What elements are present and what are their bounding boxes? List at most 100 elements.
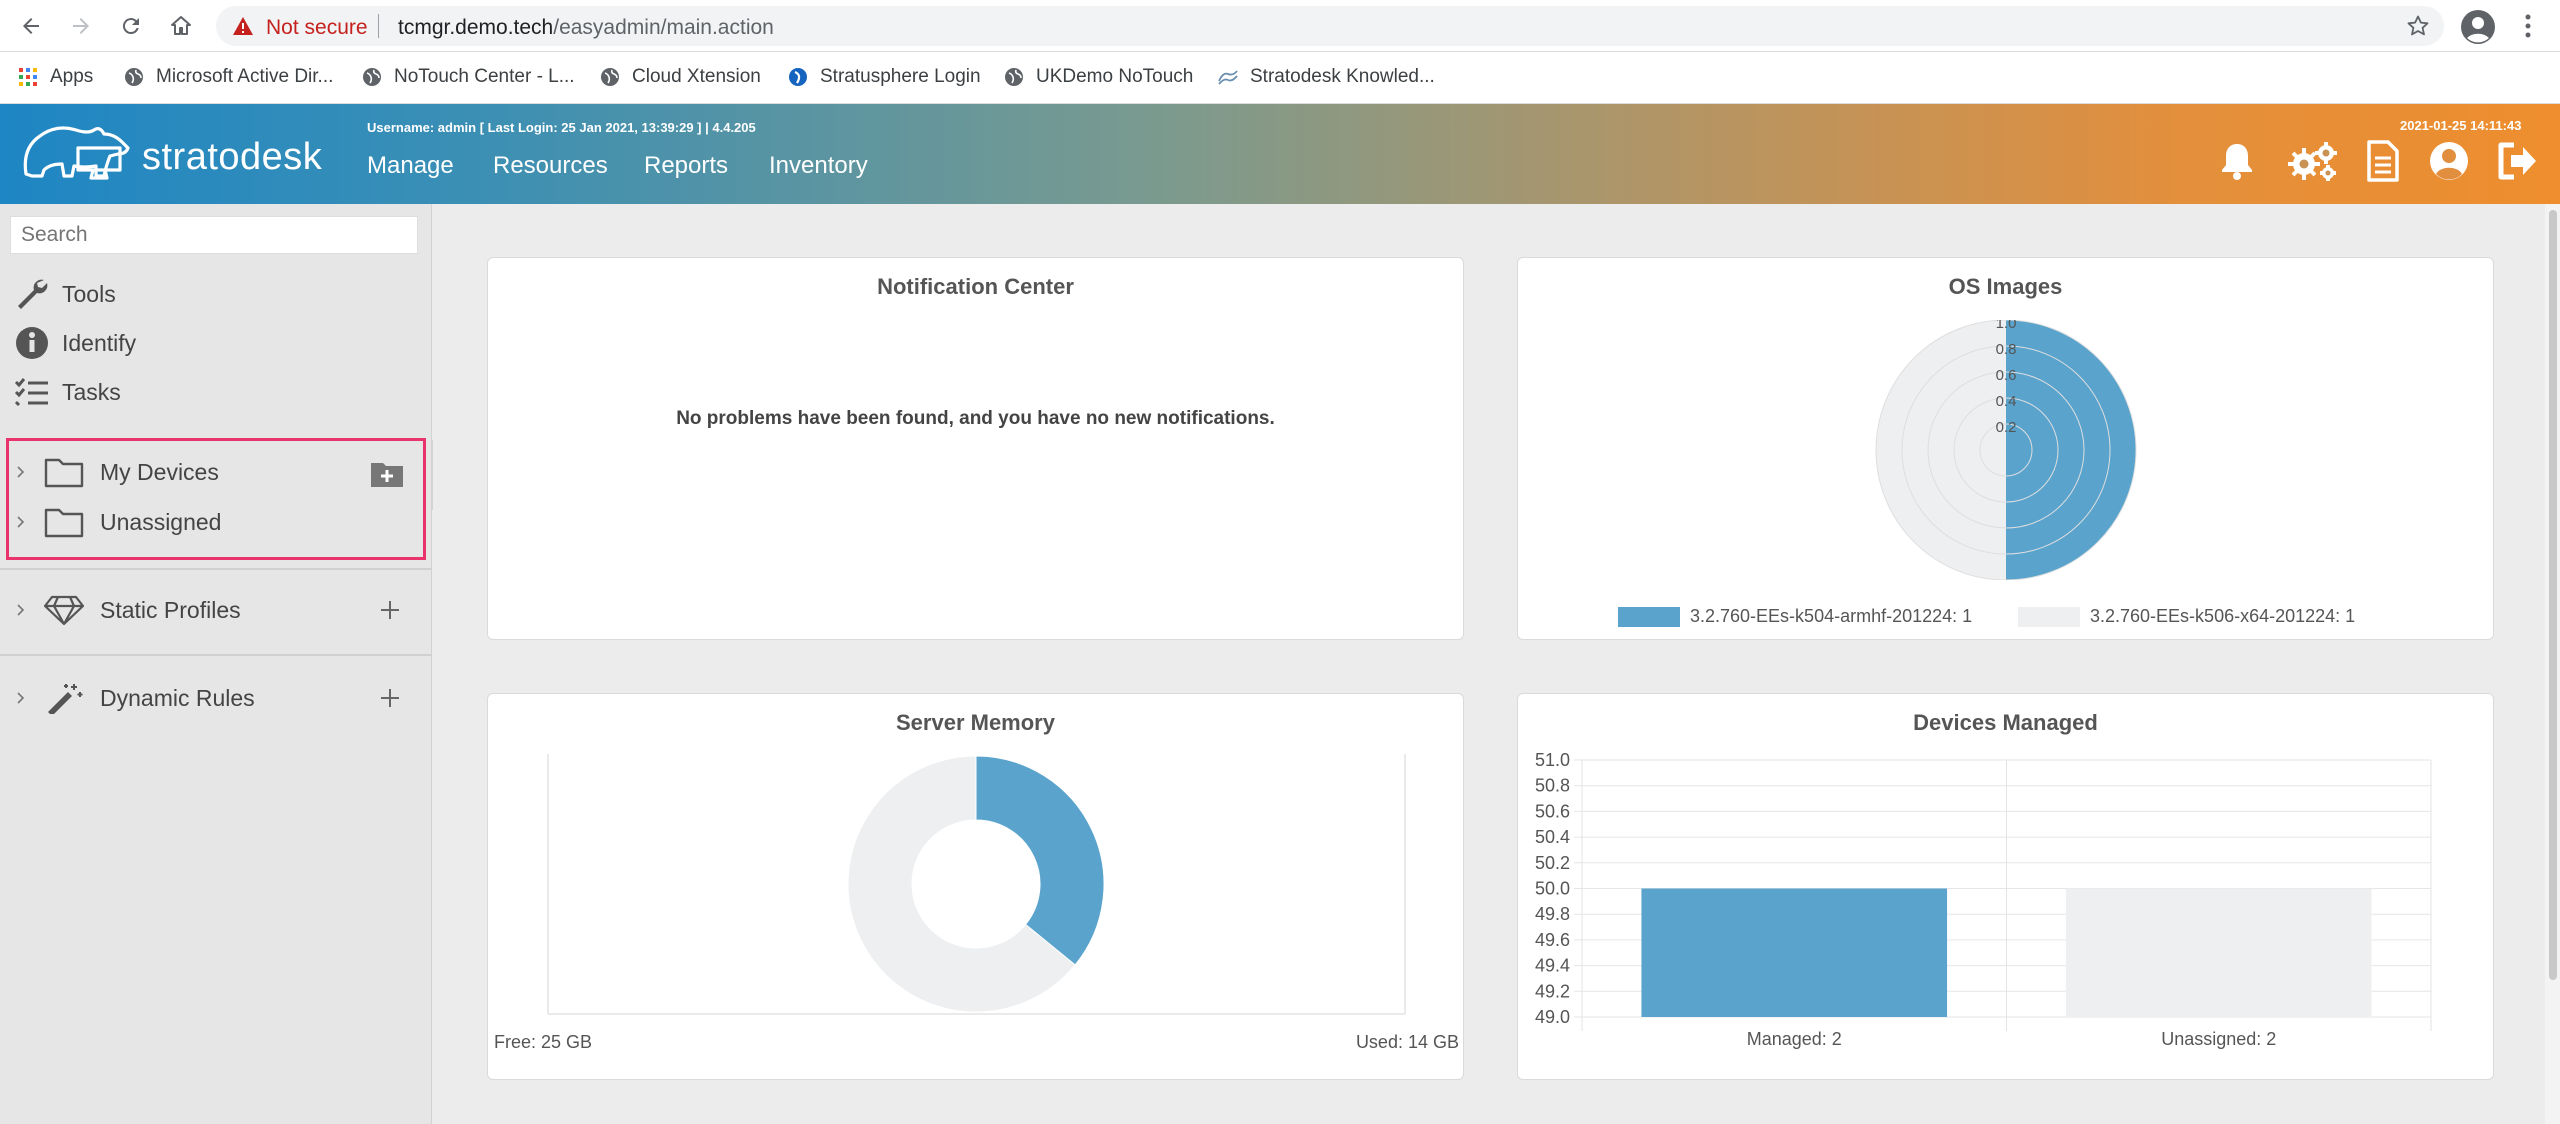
globe-icon	[601, 68, 619, 86]
nav-resources[interactable]: Resources	[493, 152, 608, 180]
panel-title: OS Images	[1948, 274, 2063, 299]
globe-icon	[1005, 68, 1023, 86]
stratusphere-icon	[789, 68, 807, 86]
os-images-polar-chart: 0.2 0.4 0.6 0.8 1.0	[1875, 320, 2137, 580]
devices-managed-bar-chart: 51.0 50.8 50.6 50.4 50.2 50.0 49.8 49.6 49.4 49.2…	[1535, 750, 2432, 1049]
document-icon[interactable]	[2366, 140, 2400, 182]
search-input[interactable]	[10, 216, 418, 254]
radial-tick-label: 0.2	[1996, 419, 2017, 436]
tree-item-my-devices[interactable]: My Devices	[14, 452, 219, 492]
chevron-right-icon[interactable]	[14, 515, 28, 529]
apps-grid-icon	[19, 68, 37, 86]
bookmark-stratodesk-knowledge[interactable]: Stratodesk Knowled...	[1218, 62, 1435, 92]
home-icon[interactable]	[166, 11, 196, 41]
sidebar-divider	[0, 654, 432, 656]
y-tick-label: 49.0	[1535, 1007, 1570, 1027]
legend-swatch	[1618, 606, 1680, 627]
logo-text: stratodesk	[142, 136, 323, 178]
radial-tick-label: 0.6	[1996, 367, 2017, 384]
server-memory-donut-chart	[547, 754, 1406, 1015]
user-info: Username: admin [ Last Login: 25 Jan 202…	[367, 120, 756, 135]
wrench-icon	[18, 279, 48, 309]
back-icon[interactable]	[16, 11, 46, 41]
section-label: Static Profiles	[100, 596, 241, 623]
chevron-right-icon[interactable]	[14, 603, 28, 617]
section-static-profiles[interactable]: Static Profiles	[14, 590, 241, 630]
legend-item[interactable]: 3.2.760-EEs-k506-x64-201224: 1	[2018, 606, 2355, 627]
bar	[1641, 888, 1948, 1017]
bookmark-label: UKDemo NoTouch	[1036, 66, 1194, 87]
browser-menu-icon[interactable]	[2518, 12, 2538, 40]
bookmark-notouch-center[interactable]: NoTouch Center - L...	[362, 62, 575, 92]
app-header: stratodesk Username: admin [ Last Login:…	[0, 104, 2560, 204]
nav-manage[interactable]: Manage	[367, 152, 454, 180]
x-category-label: Unassigned: 2	[2161, 1029, 2276, 1049]
bookmark-label: Apps	[50, 66, 94, 87]
server-datetime: 2021-01-25 14:11:43	[2400, 118, 2522, 133]
user-icon[interactable]	[2428, 140, 2470, 182]
bookmark-star-icon[interactable]	[2406, 14, 2430, 38]
info-icon	[16, 327, 48, 359]
globe-icon	[125, 68, 143, 86]
address-bar[interactable]: Not secure tcmgr.demo.tech/easyadmin/mai…	[216, 6, 2444, 46]
radial-tick-label: 1.0	[1996, 320, 2017, 332]
y-tick-label: 51.0	[1535, 750, 1570, 770]
section-dynamic-rules[interactable]: Dynamic Rules	[14, 678, 255, 718]
bookmark-cloud-xtension[interactable]: Cloud Xtension	[600, 62, 761, 92]
panel-title: Notification Center	[877, 274, 1074, 299]
folder-icon	[44, 508, 84, 538]
diamond-icon	[44, 595, 84, 626]
os-images-panel: OS Images 0.2 0.4 0.6 0.8 1.0 3.2.760-EEs-k5…	[1517, 257, 2494, 640]
chevron-right-icon[interactable]	[14, 465, 28, 479]
stratodesk-bear-logo[interactable]	[18, 118, 132, 188]
folder-icon	[44, 458, 84, 488]
section-label: Dynamic Rules	[100, 684, 255, 711]
forward-icon[interactable]	[66, 11, 96, 41]
y-tick-label: 49.8	[1535, 904, 1570, 924]
warning-icon	[233, 17, 253, 35]
legend-label: 3.2.760-EEs-k506-x64-201224: 1	[2090, 606, 2356, 626]
content-scrollbar-thumb[interactable]	[2549, 210, 2557, 980]
legend-item[interactable]: 3.2.760-EEs-k504-armhf-201224: 1	[1618, 606, 1972, 627]
reload-icon[interactable]	[116, 11, 146, 41]
url-text: tcmgr.demo.tech/easyadmin/main.action	[398, 16, 774, 40]
notification-center-panel: Notification Center No problems have bee…	[487, 257, 1464, 640]
gears-icon[interactable]	[2286, 140, 2340, 182]
memory-free-label: Free: 25 GB	[494, 1032, 593, 1052]
y-tick-label: 49.6	[1535, 930, 1570, 950]
sidebar-item-tasks[interactable]: Tasks	[14, 372, 121, 412]
bookmarks-bar: Apps Microsoft Active Dir... NoTouch Cen…	[0, 52, 2560, 104]
add-static-profile-icon[interactable]	[378, 598, 402, 622]
notification-message: No problems have been found, and you hav…	[676, 408, 1275, 429]
y-tick-label: 50.4	[1535, 827, 1570, 847]
nav-reports[interactable]: Reports	[644, 152, 728, 180]
add-folder-icon[interactable]	[370, 460, 404, 488]
not-secure-label: Not secure	[266, 16, 368, 39]
sidebar-item-identify[interactable]: Identify	[14, 323, 136, 363]
task-list-icon	[14, 378, 48, 407]
server-memory-panel: Server Memory Free: 25 GB Used: 14 GB	[487, 693, 1464, 1080]
sidebar-item-tools[interactable]: Tools	[14, 274, 116, 314]
tree-item-label: Unassigned	[100, 508, 222, 535]
tree-item-unassigned[interactable]: Unassigned	[14, 502, 221, 542]
bookmark-label: Stratodesk Knowled...	[1250, 66, 1435, 87]
chevron-right-icon[interactable]	[14, 691, 28, 705]
bookmark-ukdemo[interactable]: UKDemo NoTouch	[1004, 62, 1193, 92]
nav-inventory[interactable]: Inventory	[769, 152, 868, 180]
legend-label: 3.2.760-EEs-k504-armhf-201224: 1	[1690, 606, 1973, 626]
bookmark-microsoft-ad[interactable]: Microsoft Active Dir...	[124, 62, 333, 92]
url-host: tcmgr.demo.tech	[398, 16, 554, 39]
panel-title: Devices Managed	[1913, 710, 2098, 735]
sidebar-divider	[0, 568, 432, 570]
bookmark-label: NoTouch Center - L...	[394, 66, 575, 87]
bookmark-apps[interactable]: Apps	[18, 62, 93, 92]
add-dynamic-rule-icon[interactable]	[378, 686, 402, 710]
omnibox-separator	[378, 14, 379, 38]
y-tick-label: 50.2	[1535, 853, 1570, 873]
profile-avatar-icon[interactable]	[2460, 9, 2496, 45]
legend-swatch	[2018, 606, 2080, 627]
sidebar-item-label: Tasks	[62, 378, 121, 405]
bell-icon[interactable]	[2216, 140, 2258, 182]
logout-icon[interactable]	[2496, 140, 2538, 182]
bookmark-stratusphere[interactable]: Stratusphere Login	[788, 62, 981, 92]
